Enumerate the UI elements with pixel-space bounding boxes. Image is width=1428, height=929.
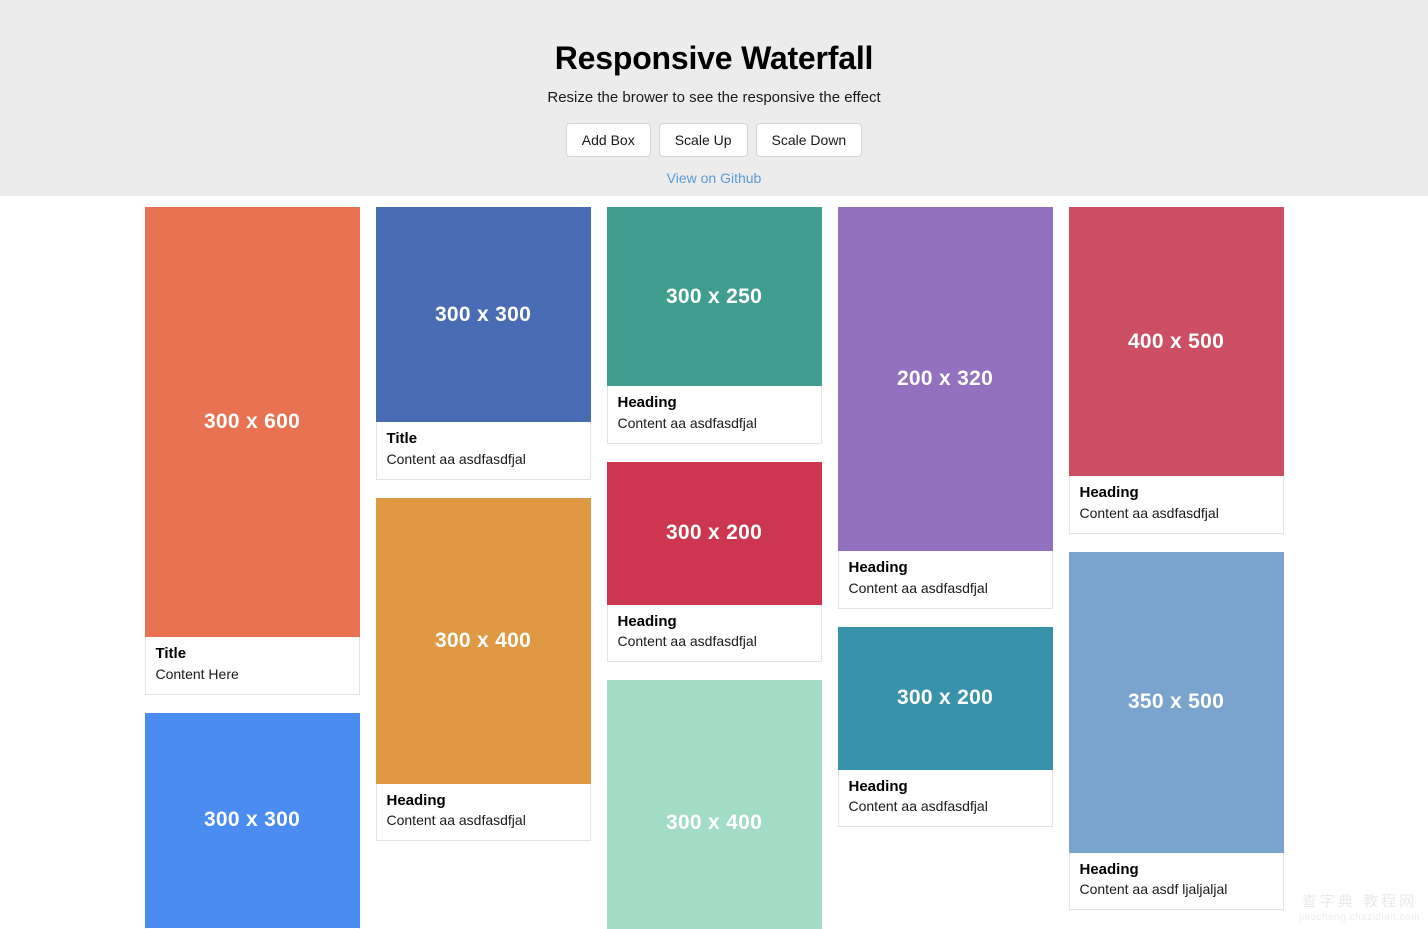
card-size-label: 300 x 400 (666, 811, 762, 835)
card-caption-title: Title (156, 645, 349, 664)
waterfall-card[interactable]: 200 x 320 HeadingContent aa asdfasdfjal (838, 207, 1053, 609)
scale-up-button[interactable]: Scale Up (659, 123, 748, 157)
card-caption: HeadingContent aa asdf ljaljaljal (1069, 853, 1284, 911)
card-caption: HeadingContent aa asdfasdfjal (376, 784, 591, 842)
card-caption-text: Content aa asdfasdfjal (618, 632, 811, 651)
card-media: 300 x 200 (607, 462, 822, 605)
card-media: 300 x 300 (376, 207, 591, 422)
view-on-github-link[interactable]: View on Github (667, 170, 762, 186)
card-caption: HeadingContent aa asdfasdfjal (607, 605, 822, 663)
card-caption-title: Heading (1080, 861, 1273, 880)
card-caption-title: Title (387, 430, 580, 449)
header-button-row: Add Box Scale Up Scale Down (0, 123, 1428, 157)
card-size-label: 200 x 320 (897, 367, 993, 391)
card-media: 400 x 500 (1069, 207, 1284, 476)
card-size-label: 300 x 300 (204, 808, 300, 832)
waterfall-card[interactable]: 400 x 500 HeadingContent aa asdfasdfjal (1069, 207, 1284, 534)
card-caption-title: Heading (387, 792, 580, 811)
card-caption-text: Content aa asdfasdfjal (849, 579, 1042, 598)
waterfall-column: 300 x 250HeadingContent aa asdfasdfjal30… (607, 207, 822, 929)
card-caption: HeadingContent aa asdfasdfjal (838, 551, 1053, 609)
waterfall-grid: 300 x 600TitleContent Here300 x 300Headi… (0, 196, 1428, 929)
card-size-label: 300 x 250 (666, 285, 762, 309)
card-media: 300 x 300 (145, 713, 360, 928)
card-caption: HeadingContent aa asdfasdfjal (607, 386, 822, 444)
card-media: 300 x 400 (376, 498, 591, 784)
card-media: 300 x 600 (145, 207, 360, 637)
card-caption-title: Heading (849, 559, 1042, 578)
card-caption-text: Content aa asdfasdfjal (387, 811, 580, 830)
card-caption-text: Content aa asdf ljaljaljal (1080, 880, 1273, 899)
card-media: 350 x 500 (1069, 552, 1284, 853)
waterfall-column: 200 x 320HeadingContent aa asdfasdfjal30… (838, 207, 1053, 827)
card-caption-title: Heading (1080, 484, 1273, 503)
card-caption: HeadingContent aa asdfasdfjal (1069, 476, 1284, 534)
card-size-label: 300 x 600 (204, 410, 300, 434)
waterfall-card[interactable]: 300 x 400 (607, 680, 822, 929)
card-size-label: 300 x 300 (435, 303, 531, 327)
card-caption: HeadingContent aa asdfasdfjal (838, 770, 1053, 828)
card-caption-text: Content aa asdfasdfjal (618, 414, 811, 433)
add-box-button[interactable]: Add Box (566, 123, 651, 157)
card-caption-text: Content Here (156, 665, 349, 684)
card-media: 300 x 250 (607, 207, 822, 386)
card-caption: TitleContent Here (145, 637, 360, 695)
card-size-label: 350 x 500 (1128, 690, 1224, 714)
waterfall-card[interactable]: 300 x 250 HeadingContent aa asdfasdfjal (607, 207, 822, 444)
waterfall-card[interactable]: 300 x 300 TitleContent aa asdfasdfjal (376, 207, 591, 480)
waterfall-card[interactable]: 300 x 400 HeadingContent aa asdfasdfjal (376, 498, 591, 842)
card-size-label: 300 x 400 (435, 629, 531, 653)
scale-down-button[interactable]: Scale Down (756, 123, 863, 157)
waterfall-card[interactable]: 300 x 200 HeadingContent aa asdfasdfjal (607, 462, 822, 663)
card-caption-title: Heading (618, 613, 811, 632)
card-size-label: 400 x 500 (1128, 330, 1224, 354)
waterfall-card[interactable]: 300 x 600 TitleContent Here (145, 207, 360, 695)
card-caption-title: Heading (618, 394, 811, 413)
waterfall-column: 300 x 300TitleContent aa asdfasdfjal300 … (376, 207, 591, 841)
card-caption-text: Content aa asdfasdfjal (849, 797, 1042, 816)
waterfall-column: 300 x 600 TitleContent Here 300 x 300Headi… (145, 207, 360, 929)
card-caption-title: Heading (849, 778, 1042, 797)
card-caption: TitleContent aa asdfasdfjal (376, 422, 591, 480)
card-caption-text: Content aa asdfasdfjal (387, 450, 580, 469)
page-subtitle: Resize the brower to see the responsive … (0, 89, 1428, 107)
card-caption-text: Content aa asdfasdfjal (1080, 504, 1273, 523)
card-media: 300 x 400 (607, 680, 822, 929)
waterfall-card[interactable]: 300 x 300Heading (145, 713, 360, 929)
card-media: 300 x 200 (838, 627, 1053, 770)
card-media: 200 x 320 (838, 207, 1053, 551)
waterfall-column: 400 x 500HeadingContent aa asdfasdfjal35… (1069, 207, 1284, 910)
waterfall-card[interactable]: 350 x 500 HeadingContent aa asdf ljaljalj… (1069, 552, 1284, 911)
page-title: Responsive Waterfall (0, 40, 1428, 77)
card-size-label: 300 x 200 (666, 521, 762, 545)
card-size-label: 300 x 200 (897, 686, 993, 710)
page-header: Responsive Waterfall Resize the brower t… (0, 0, 1428, 196)
waterfall-card[interactable]: 300 x 200 HeadingContent aa asdfasdfjal (838, 627, 1053, 828)
